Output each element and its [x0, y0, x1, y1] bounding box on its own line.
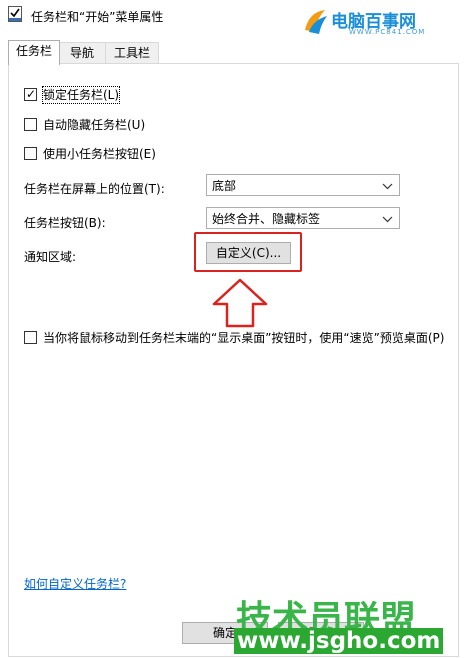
- peek-label: 当你将鼠标移动到任务栏末端的“显示桌面”按钮时，使用“速览”预览桌面(P): [43, 331, 445, 345]
- small-buttons-checkbox[interactable]: [24, 147, 37, 160]
- tab-strip: 任务栏 导航 工具栏: [8, 40, 458, 65]
- position-select[interactable]: 底部: [206, 174, 400, 196]
- up-arrow-icon: [212, 278, 268, 328]
- logo-mark-icon: [305, 10, 327, 34]
- chevron-down-icon: [382, 216, 393, 223]
- window-title: 任务栏和“开始”菜单属性: [31, 10, 164, 24]
- chevron-down-icon: [382, 183, 393, 190]
- highlight-box: [194, 232, 302, 272]
- peek-checkbox[interactable]: [24, 331, 37, 344]
- help-link[interactable]: 如何自定义任务栏?: [24, 575, 126, 592]
- buttons-mode-label: 任务栏按钮(B):: [24, 216, 106, 230]
- logo-url: WWW.PC841.COM: [349, 28, 426, 36]
- tab-navigation[interactable]: 导航: [58, 42, 106, 64]
- lock-taskbar-label: 锁定任务栏(L): [41, 86, 121, 104]
- buttons-mode-value: 始终合并、隐藏标签: [212, 212, 321, 226]
- autohide-label: 自动隐藏任务栏(U): [43, 118, 146, 132]
- tab-taskbar[interactable]: 任务栏: [8, 40, 60, 65]
- site-logo: 电脑百事网 WWW.PC841.COM: [303, 8, 433, 36]
- taskbar-properties-icon: [8, 6, 22, 22]
- lock-taskbar-checkbox[interactable]: ✓: [24, 87, 37, 101]
- autohide-checkbox[interactable]: [24, 118, 37, 131]
- title-bar: 任务栏和“开始”菜单属性 电脑百事网 WWW.PC841.COM: [0, 0, 465, 36]
- checkmark-icon: ✓: [26, 87, 37, 101]
- tab-toolbars[interactable]: 工具栏: [105, 42, 159, 64]
- position-label: 任务栏在屏幕上的位置(T):: [24, 182, 165, 196]
- position-value: 底部: [212, 179, 237, 193]
- small-buttons-label: 使用小任务栏按钮(E): [43, 147, 156, 161]
- notification-area-label: 通知区域:: [24, 250, 77, 264]
- buttons-mode-select[interactable]: 始终合并、隐藏标签: [206, 207, 400, 229]
- watermark: 技术员联盟 www.jsgho.com: [232, 590, 465, 658]
- watermark-url: www.jsgho.com: [234, 628, 444, 654]
